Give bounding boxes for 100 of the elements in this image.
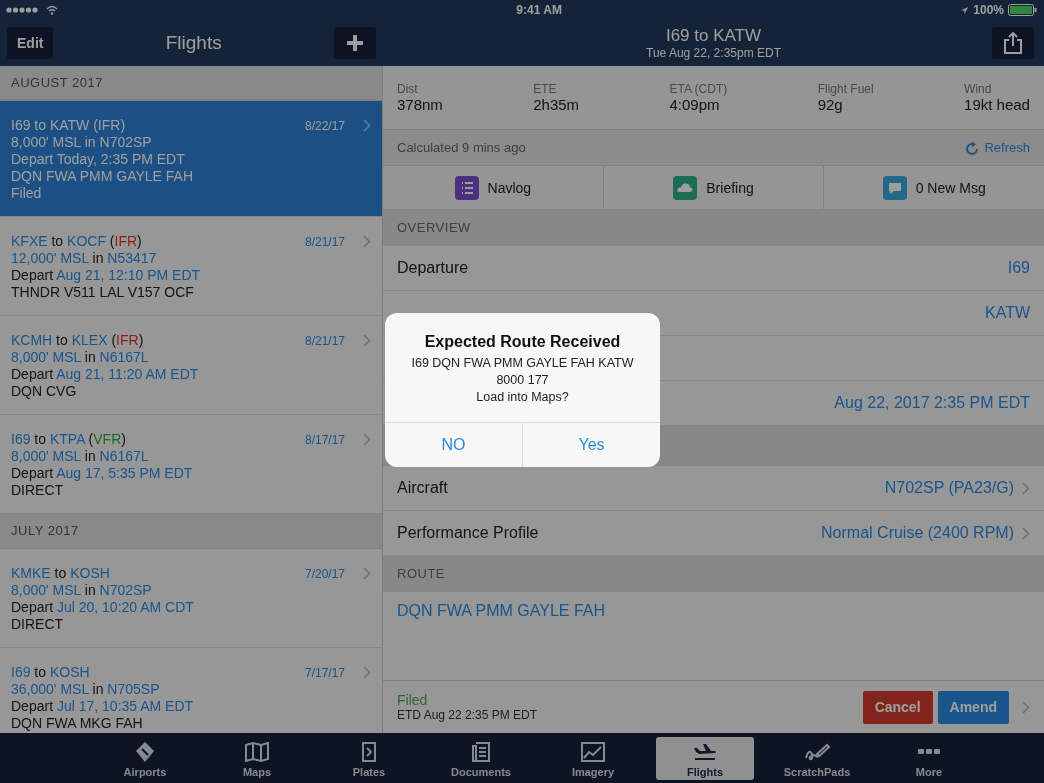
tab[interactable]: ScratchPads [768,737,866,780]
add-button[interactable] [334,27,376,59]
filing-status: Filed [397,692,429,708]
stat-label: Dist [397,82,419,96]
dialog-title: Expected Route Received [424,333,621,351]
flight-detail-line: DIRECT [11,482,65,499]
flight-detail-line: THNDR V511 LAL V157 OCF [11,284,195,301]
flight-item[interactable]: KFXE to KOCF (IFR) 12,000' MSL in N53417 Depart Aug 21, 12:10 PM EDT THNDR V511 LAL V157 OCF 8/21/17 [0,217,382,316]
flight-detail-line: I69 to KOSH [11,664,91,681]
refresh-icon [966,140,980,155]
flight-date: 8/21/17 [304,334,345,350]
flight-detail-line: Depart Aug 17, 5:35 PM EDT [11,465,194,482]
dialog-message: I69 DQN FWA PMM GAYLE FAH KATW [411,355,634,372]
flight-detail-line: 12,000' MSL in N53417 [11,250,158,267]
wifi-icon [46,5,58,15]
flight-subtitle: Tue Aug 22, 2:35pm EDT [646,46,781,60]
stat-value: 19kt head [964,96,1030,113]
stat-label: Flight Fuel [817,82,874,96]
flight-detail-line: 8,000' MSL in N702SP [11,582,153,599]
section-header: ROUTE [383,556,1044,592]
tab[interactable]: Maps [208,737,306,780]
chevron-icon [363,433,371,446]
sidebar-title: Flights [165,32,222,54]
dialog-button[interactable]: NO [385,423,523,467]
flight-date: 8/21/17 [304,235,345,251]
tab[interactable]: Flights [656,737,754,780]
flight-item[interactable]: KMKE to KOSH 8,000' MSL in N702SP Depart Jul 20, 10:20 AM CDT DIRECT 7/20/17 [0,549,382,648]
chat-bubble-icon [882,175,907,200]
tab[interactable]: Airports [96,737,194,780]
flight-title: I69 to KATW [665,26,762,46]
section-header: OVERVIEW [383,210,1044,246]
tab[interactable]: Plates [320,737,418,780]
tab[interactable]: Documents [432,737,530,780]
plus-icon [346,34,364,52]
chevron-icon [1022,700,1030,714]
row-value[interactable]: Normal Cruise (2400 RPM) [821,524,1014,542]
flight-date: 7/17/17 [304,666,345,682]
flight-detail-line: KCMH to KLEX (IFR) [11,332,145,349]
flight-detail-line: Depart Jul 17, 10:35 AM EDT [11,698,195,715]
section-header: AUGUST 2017 [0,66,382,101]
tab[interactable]: Imagery [544,737,642,780]
status-time: 9:41 AM [515,3,563,17]
stat-value: 378nm [397,96,443,113]
chevron-icon [363,567,371,580]
dialog-message: 8000 177 [496,372,549,389]
share-icon [1003,32,1023,54]
chevron-icon [363,334,371,347]
row-label: Departure [397,259,469,277]
etd-text: ETD Aug 22 2:35 PM EDT [397,708,539,722]
stat-label: Wind [964,82,993,96]
amend-button[interactable]: Amend [937,690,1009,724]
list-icon [454,175,479,200]
section-header: JULY 2017 [0,514,382,549]
chevron-icon [363,666,371,679]
flight-detail-line: 8,000' MSL in N6167L [11,349,150,366]
tab[interactable]: More [880,737,978,780]
flight-detail-line: DQN FWA MKG FAH [11,715,144,732]
flight-detail-line: DIRECT [11,616,65,633]
row-value[interactable]: I69 [1007,259,1030,277]
chart-icon [579,739,607,764]
chevron-icon [363,119,371,132]
stat-label: ETA (CDT) [669,82,728,96]
flight-detail-line: 8,000' MSL in N702SP [11,134,153,151]
battery-percent: 100% [973,3,1004,17]
flight-detail-line: DQN CVG [11,383,78,400]
row-label: Aircraft [397,479,448,497]
flight-detail-line: Depart Aug 21, 11:20 AM EDT [11,366,200,383]
dialog-message: Load into Maps? [476,389,569,406]
calculated-text: Calculated 9 mins ago [397,140,526,155]
share-button[interactable] [992,27,1034,59]
flight-detail-line: Depart Today, 2:35 PM EDT [11,151,186,168]
stat-value: 4:09pm [669,96,721,113]
flight-detail-line: Depart Jul 20, 10:20 AM CDT [11,599,195,616]
flight-detail-line: I69 to KATW (IFR) [11,117,127,134]
flight-detail-line: I69 to KTPA (VFR) [11,431,127,448]
dialog-button[interactable]: Yes [523,423,660,467]
location-icon [960,5,970,15]
row-value[interactable]: KATW [984,304,1030,322]
flight-detail-line: DQN FWA PMM GAYLE FAH [11,168,195,185]
row-value[interactable]: Aug 22, 2017 2:35 PM EDT [834,394,1030,412]
row-value[interactable]: N702SP (PA23/G) [884,479,1014,497]
flight-item[interactable]: I69 to KATW (IFR) 8,000' MSL in N702SP Depart Today, 2:35 PM EDT DQN FWA PMM GAYLE FAH Filed 8/22/17 [0,101,382,217]
more-icon [918,748,940,754]
edit-button[interactable]: Edit [7,27,54,59]
cloud-icon [673,175,698,200]
flight-detail-line: 8,000' MSL in N6167L [11,448,150,465]
cancel-button[interactable]: Cancel [862,690,933,724]
route-text[interactable]: DQN FWA PMM GAYLE FAH [397,602,606,620]
flight-detail-line: KFXE to KOCF (IFR) [11,233,143,250]
battery-icon [1008,4,1038,16]
flight-detail-line: Depart Aug 21, 12:10 PM EDT [11,267,202,284]
row-label: Performance Profile [397,524,539,542]
flight-detail-line: Filed [11,185,43,202]
flight-date: 7/20/17 [304,567,345,583]
map-icon [243,739,271,764]
flight-detail-line: 36,000' MSL in N705SP [11,681,161,698]
stat-label: ETE [533,82,558,96]
stat-value: 2h35m [533,96,580,113]
flight-item[interactable]: KCMH to KLEX (IFR) 8,000' MSL in N6167L Depart Aug 21, 11:20 AM EDT DQN CVG 8/21/17 [0,316,382,415]
stat-value: 92g [817,96,844,113]
